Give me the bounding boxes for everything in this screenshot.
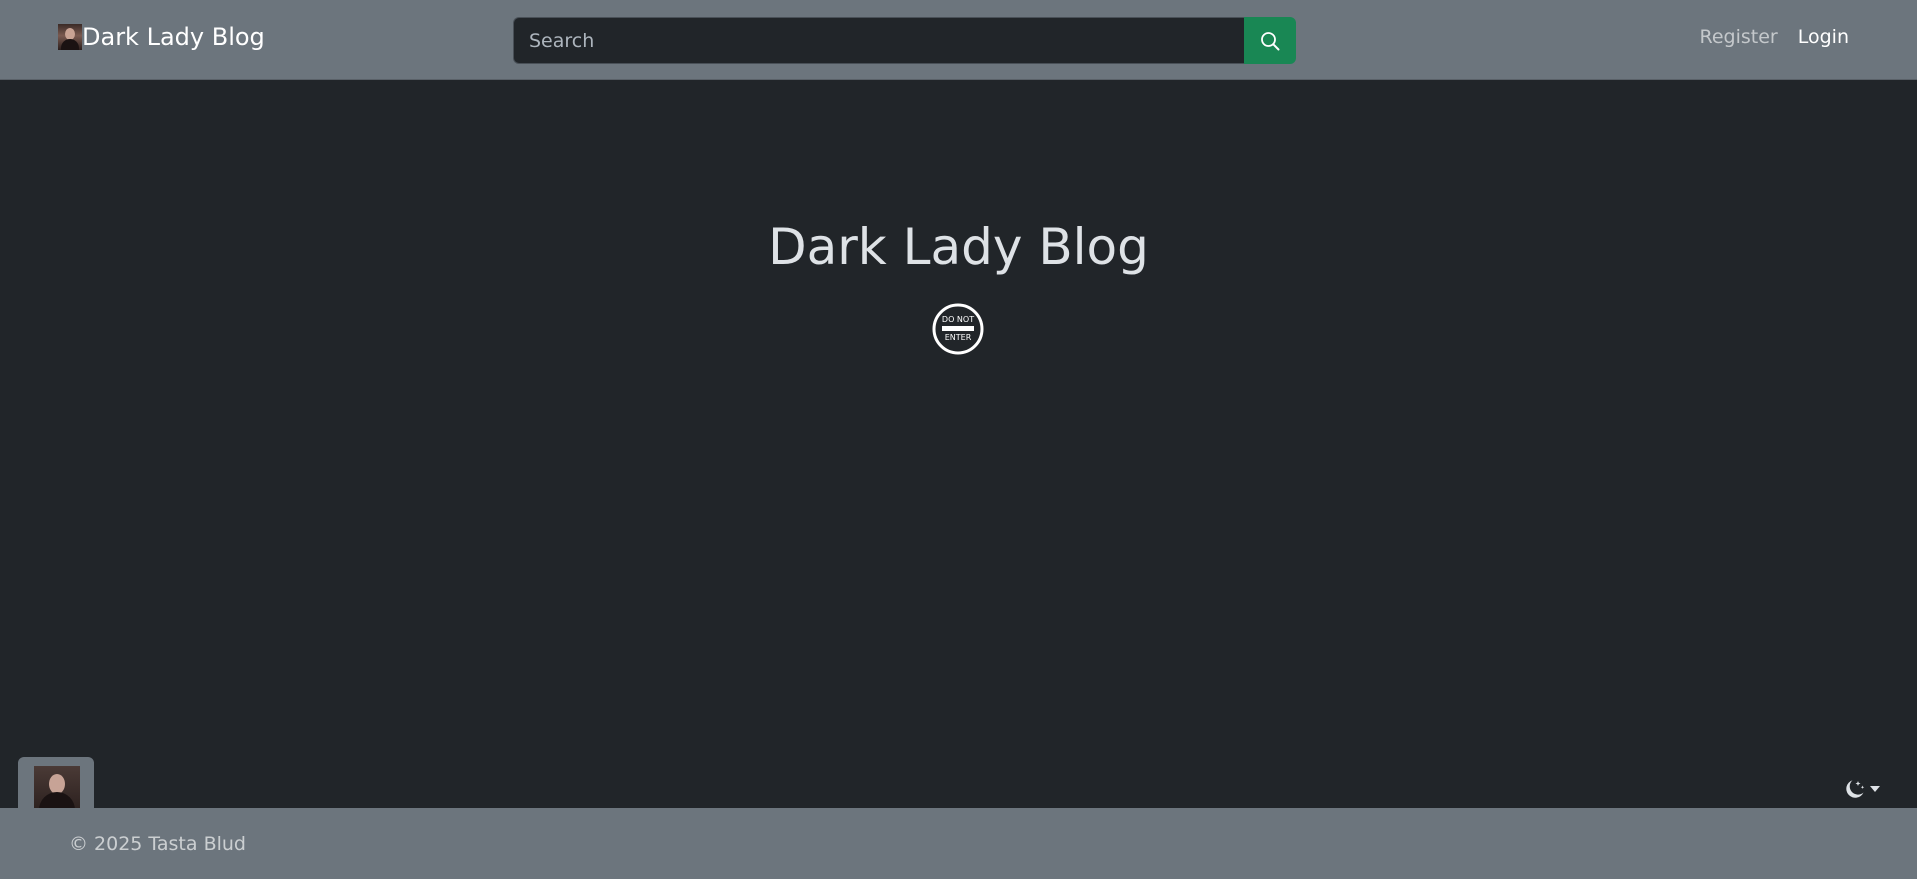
do-not-enter-sign-icon: DO NOT ENTER — [932, 303, 984, 355]
brand-link[interactable]: Dark Lady Blog — [58, 20, 265, 54]
moon-stars-icon — [1846, 780, 1865, 798]
search-form — [513, 17, 1296, 64]
avatar — [34, 766, 80, 812]
copyright-text: © 2025 Tasta Blud — [69, 833, 246, 855]
footer: © 2025 Tasta Blud — [0, 808, 1917, 879]
register-link[interactable]: Register — [1700, 26, 1778, 48]
sign-text-top: DO NOT — [942, 315, 974, 324]
login-link[interactable]: Login — [1798, 26, 1849, 48]
chevron-down-icon — [1870, 786, 1880, 792]
search-input[interactable] — [513, 17, 1244, 64]
search-button[interactable] — [1244, 17, 1296, 64]
brand-avatar-icon — [58, 24, 82, 50]
theme-toggle-button[interactable] — [1843, 776, 1883, 802]
search-icon — [1261, 31, 1280, 50]
auth-links: Register Login — [1700, 26, 1850, 48]
sign-text-bottom: ENTER — [945, 333, 972, 342]
avatar-tab[interactable] — [18, 757, 94, 812]
top-navbar: Dark Lady Blog Register Login — [0, 0, 1917, 80]
brand-title: Dark Lady Blog — [82, 23, 265, 51]
page-title: Dark Lady Blog — [768, 218, 1149, 276]
